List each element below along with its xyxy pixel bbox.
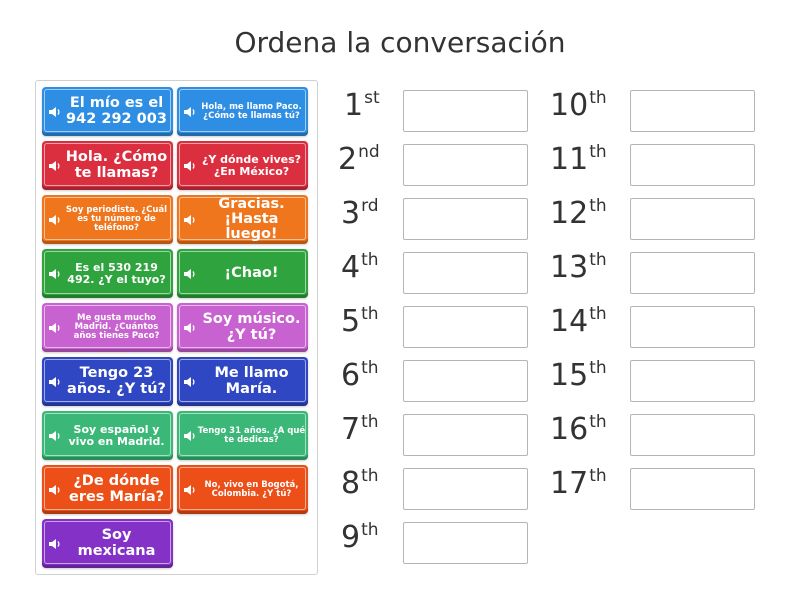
drop-slot[interactable]: [403, 144, 528, 186]
speaker-icon[interactable]: [48, 430, 62, 442]
drop-slot[interactable]: [630, 360, 755, 402]
slot-label: 17th: [550, 466, 607, 501]
answer-card[interactable]: Me gusta mucho Madrid. ¿Cuántos años tie…: [42, 303, 173, 352]
slot-label: 13th: [550, 250, 607, 285]
speaker-icon[interactable]: [48, 268, 62, 280]
drop-slot[interactable]: [403, 468, 528, 510]
answer-card[interactable]: Gracias. ¡Hasta luego!: [177, 195, 308, 244]
drop-slot[interactable]: [630, 468, 755, 510]
slot-label: 15th: [550, 358, 607, 393]
speaker-icon[interactable]: [183, 430, 197, 442]
answer-card[interactable]: Soy español y vivo en Madrid.: [42, 411, 173, 460]
drop-slot[interactable]: [630, 252, 755, 294]
answer-card[interactable]: Me llamo María.: [177, 357, 308, 406]
answer-card[interactable]: No, vivo en Bogotá, Colombia. ¿Y tú?: [177, 465, 308, 514]
answer-card[interactable]: ¡Chao!: [177, 249, 308, 298]
slot-label: 10th: [550, 88, 607, 123]
speaker-icon[interactable]: [48, 376, 62, 388]
answer-card[interactable]: Soy periodista. ¿Cuál es tu número de te…: [42, 195, 173, 244]
slot-label: 14th: [550, 304, 607, 339]
drop-slot[interactable]: [403, 198, 528, 240]
drop-slot[interactable]: [403, 522, 528, 564]
drop-slot[interactable]: [403, 360, 528, 402]
card-text: Tengo 31 años. ¿A qué te dedicas?: [197, 425, 306, 445]
card-text: ¿Y dónde vives? ¿En México?: [201, 152, 302, 178]
slot-label: 2nd: [338, 142, 380, 177]
speaker-icon[interactable]: [48, 322, 62, 334]
card-text: Gracias. ¡Hasta luego!: [218, 195, 285, 243]
speaker-icon[interactable]: [183, 322, 197, 334]
slot-label: 8th: [341, 466, 379, 501]
answer-card[interactable]: Es el 530 219 492. ¿Y el tuyo?: [42, 249, 173, 298]
speaker-icon[interactable]: [183, 106, 197, 118]
speaker-icon[interactable]: [183, 376, 197, 388]
card-text: Es el 530 219 492. ¿Y el tuyo?: [67, 260, 166, 286]
card-text: Me gusta mucho Madrid. ¿Cuántos años tie…: [73, 313, 160, 341]
page-title: Ordena la conversación: [234, 26, 566, 59]
card-text: No, vivo en Bogotá, Colombia. ¿Y tú?: [204, 479, 299, 499]
answer-card[interactable]: ¿Y dónde vives? ¿En México?: [177, 141, 308, 190]
answer-card[interactable]: Hola. ¿Cómo te llamas?: [42, 141, 173, 190]
slot-label: 12th: [550, 196, 607, 231]
card-text: Tengo 23 años. ¿Y tú?: [67, 365, 166, 397]
drop-slot[interactable]: [630, 90, 755, 132]
drop-slot[interactable]: [403, 90, 528, 132]
slot-label: 3rd: [341, 196, 379, 231]
drop-slot[interactable]: [403, 414, 528, 456]
drop-slot[interactable]: [630, 198, 755, 240]
card-text: Soy periodista. ¿Cuál es tu número de te…: [65, 205, 168, 233]
card-text: Soy músico. ¿Y tú?: [202, 311, 301, 343]
answer-card[interactable]: Soy músico. ¿Y tú?: [177, 303, 308, 352]
slot-label: 5th: [341, 304, 379, 339]
answer-card[interactable]: Tengo 31 años. ¿A qué te dedicas?: [177, 411, 308, 460]
speaker-icon[interactable]: [48, 106, 62, 118]
slot-label: 4th: [341, 250, 379, 285]
card-text: ¿De dónde eres María?: [68, 473, 165, 505]
answer-card[interactable]: Soy mexicana: [42, 519, 173, 568]
slot-label: 9th: [341, 520, 379, 555]
speaker-icon[interactable]: [48, 160, 62, 172]
card-text: Me llamo María.: [214, 365, 289, 397]
drop-slot[interactable]: [630, 306, 755, 348]
speaker-icon[interactable]: [183, 484, 197, 496]
drop-slot[interactable]: [403, 252, 528, 294]
card-text: El mío es el 942 292 003: [66, 95, 167, 127]
slot-label: 11th: [550, 142, 607, 177]
speaker-icon[interactable]: [48, 484, 62, 496]
answer-card[interactable]: Hola, me llamo Paco. ¿Cómo te llamas tú?: [177, 87, 308, 136]
card-text: ¡Chao!: [224, 264, 279, 281]
speaker-icon[interactable]: [183, 160, 197, 172]
speaker-icon[interactable]: [183, 214, 197, 226]
speaker-icon[interactable]: [183, 268, 197, 280]
slot-label: 1st: [344, 88, 380, 123]
slot-label: 6th: [341, 358, 379, 393]
slot-label: 16th: [550, 412, 607, 447]
speaker-icon[interactable]: [48, 214, 62, 226]
drop-slot[interactable]: [630, 144, 755, 186]
card-text: Hola, me llamo Paco. ¿Cómo te llamas tú?: [201, 101, 302, 121]
answer-card[interactable]: El mío es el 942 292 003: [42, 87, 173, 136]
answer-card[interactable]: ¿De dónde eres María?: [42, 465, 173, 514]
drop-slot[interactable]: [403, 306, 528, 348]
slot-label: 7th: [341, 412, 379, 447]
drop-slot[interactable]: [630, 414, 755, 456]
speaker-icon[interactable]: [48, 538, 62, 550]
card-text: Soy mexicana: [77, 527, 156, 559]
card-bank: El mío es el 942 292 003 Hola, me llamo …: [35, 80, 318, 575]
card-text: Soy español y vivo en Madrid.: [68, 422, 165, 448]
card-text: Hola. ¿Cómo te llamas?: [65, 149, 168, 181]
answer-card[interactable]: Tengo 23 años. ¿Y tú?: [42, 357, 173, 406]
